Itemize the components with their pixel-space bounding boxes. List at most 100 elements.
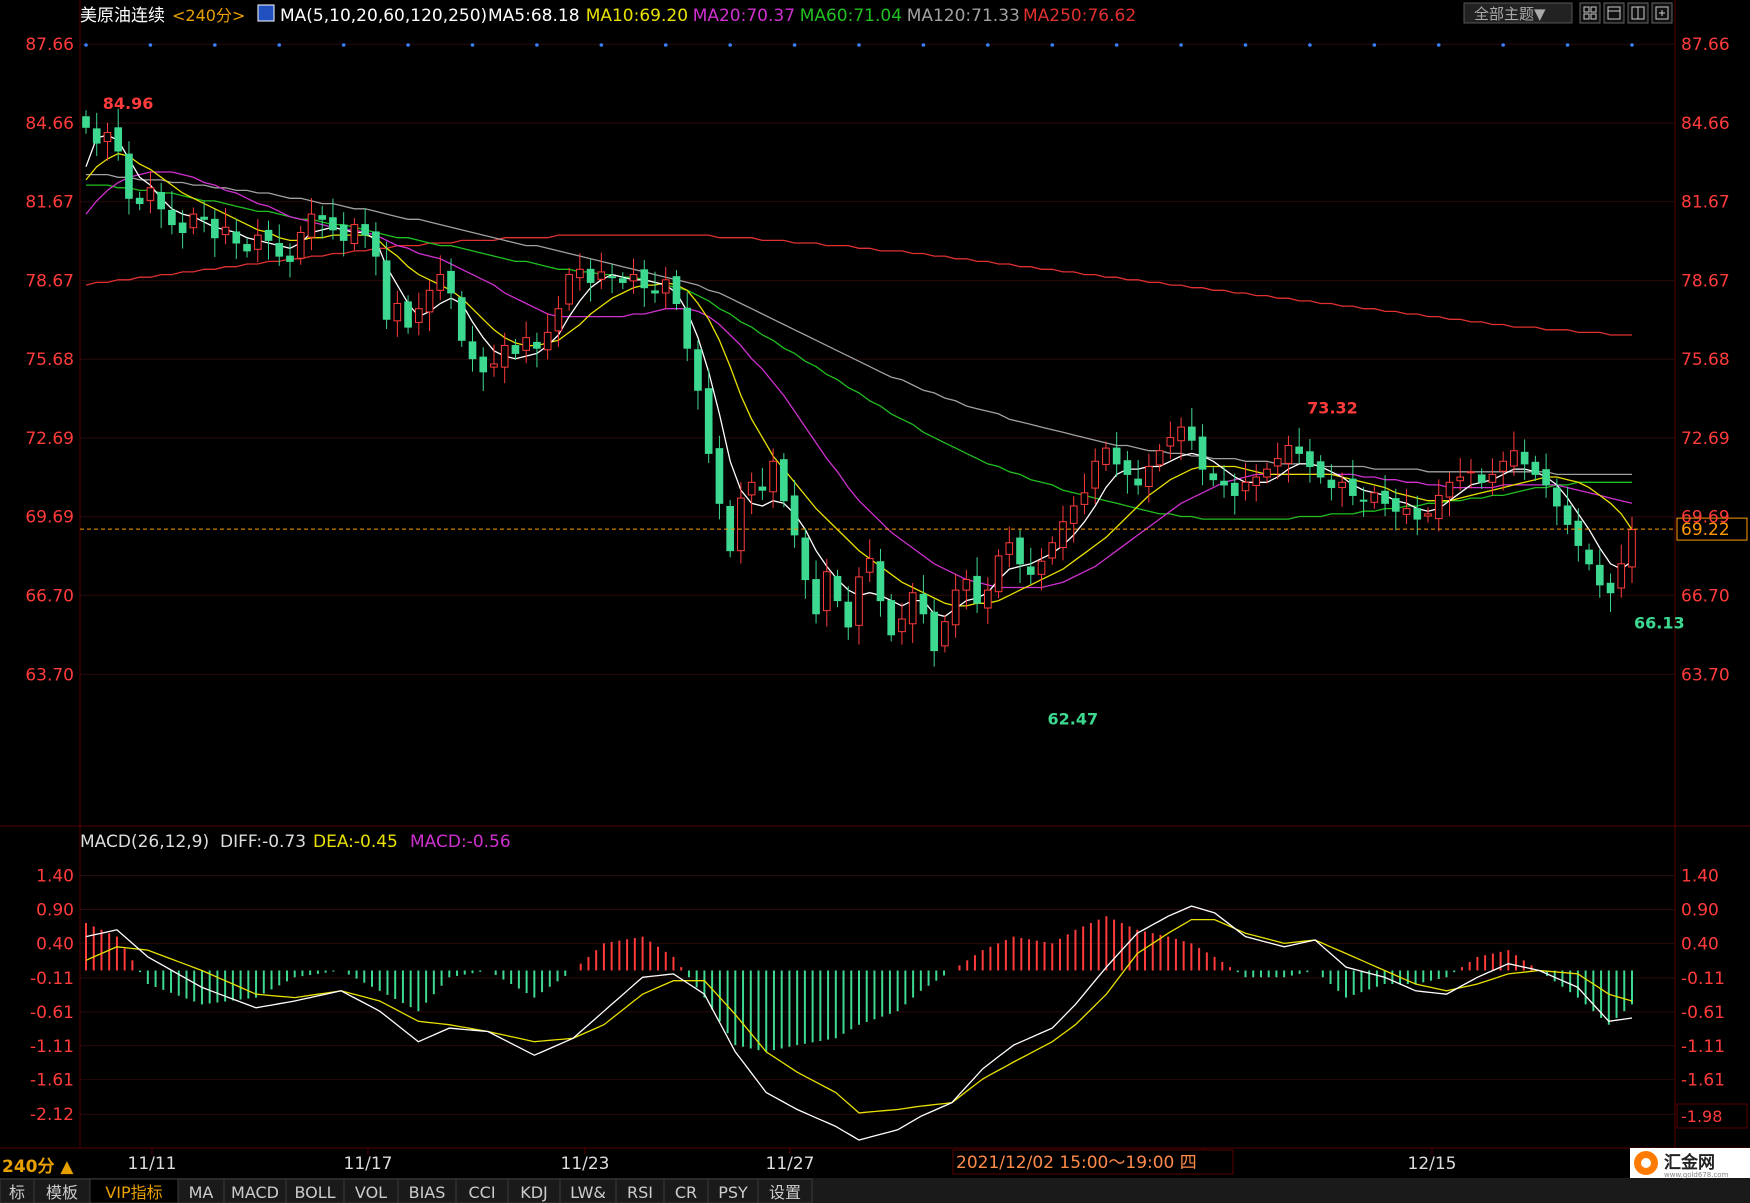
candle-down	[382, 260, 391, 320]
period-label[interactable]: <240分>	[172, 6, 245, 25]
candle-down	[1359, 499, 1368, 502]
signal-dot	[341, 43, 346, 47]
candle-down	[339, 224, 348, 241]
grid-layout-icon[interactable]	[1579, 2, 1601, 24]
watermark: 汇金网 www.gold678.com	[1630, 1148, 1750, 1179]
indicator-tabs: 标 模板 VIP指标 MA MACD BOLL VOL BIAS CCI KDJ LW& RSI CR P…	[0, 1178, 813, 1203]
candle-up	[597, 271, 606, 280]
signal-dot	[1243, 43, 1248, 47]
price-tick-label: 75.68	[1681, 350, 1730, 370]
tab-label: 标	[9, 1183, 25, 1202]
tab-label: CR	[675, 1183, 697, 1202]
macd-value: MACD:-0.56	[410, 832, 511, 852]
candle-down	[372, 231, 380, 257]
macd-tick-label: 0.40	[36, 934, 74, 954]
time-axis-label: 11/23	[561, 1154, 610, 1174]
candle-down	[833, 575, 842, 602]
price-tick-label: 72.69	[1681, 429, 1730, 449]
candle-down	[1220, 480, 1228, 486]
theme-toolbar[interactable]: 全部主题▼	[1463, 2, 1673, 24]
candle-up	[1467, 471, 1475, 474]
candle-up	[500, 345, 509, 368]
signal-dot	[1372, 43, 1377, 47]
indicator-icon[interactable]	[257, 4, 275, 22]
candle-down	[973, 575, 981, 604]
candle-down	[457, 297, 466, 341]
price-tick-label: 87.66	[1681, 35, 1730, 55]
candle-up	[565, 274, 573, 305]
candle-down	[1574, 520, 1583, 546]
price-tick-label: 84.66	[1681, 114, 1730, 134]
price-tick-label: 81.67	[1681, 193, 1730, 213]
candle-down	[157, 192, 165, 210]
signal-dot	[213, 43, 217, 47]
ma-params: MA(5,10,20,60,120,250)	[280, 6, 487, 26]
candle-down	[211, 218, 219, 239]
signal-dot	[277, 43, 282, 47]
signal-dot	[921, 43, 926, 47]
macd-params: MACD(26,12,9)	[80, 832, 209, 852]
signal-dot	[599, 43, 604, 47]
candle-down	[1134, 478, 1142, 486]
signal-dot	[406, 43, 410, 47]
candle-down	[1606, 582, 1615, 594]
signal-dot	[986, 43, 990, 47]
candle-down	[125, 153, 133, 199]
tab-label: KDJ	[520, 1183, 548, 1202]
candlestick-chart[interactable]: 69.22 87.6684.6681.6778.6775.6872.6969.6…	[0, 0, 1750, 1203]
candle-up	[1166, 437, 1175, 447]
candle-up	[1402, 508, 1411, 515]
candle-down	[919, 593, 928, 615]
macd-tick-label: -1.61	[1681, 1071, 1725, 1091]
candle-up	[543, 331, 552, 351]
macd-tick-label: -2.12	[30, 1105, 74, 1125]
signal-dot	[1308, 43, 1312, 47]
candle-up	[393, 302, 402, 322]
candle-up	[1145, 466, 1153, 488]
candle-up	[1456, 476, 1465, 482]
candle-up	[221, 226, 230, 236]
candle-up	[1284, 444, 1293, 464]
signal-dot	[84, 43, 88, 47]
candle-down	[1316, 461, 1325, 478]
price-tick-label: 69.69	[1681, 508, 1730, 528]
candle-down	[887, 600, 896, 636]
candle-down	[586, 268, 595, 283]
candle-down	[1563, 505, 1572, 525]
signal-dot	[1501, 43, 1505, 47]
signal-dot	[1114, 43, 1119, 47]
macd-tick-label: -0.11	[1681, 969, 1725, 989]
window-icon[interactable]	[1603, 2, 1625, 24]
macd-tick-label: 1.40	[1681, 867, 1719, 887]
candle-up	[189, 213, 198, 229]
ma-legend-value: MA120:71.33	[907, 6, 1020, 26]
candle-up	[855, 576, 863, 626]
candle-up	[1510, 450, 1518, 467]
annotation-low: 62.47	[1048, 710, 1099, 729]
candle-down	[930, 611, 938, 652]
candle-down	[1413, 508, 1422, 520]
candle-down	[704, 388, 713, 454]
candle-down	[447, 270, 455, 294]
ma-legend-value: MA60:71.04	[800, 6, 902, 26]
chart-background	[0, 0, 1750, 1203]
macd-tick-label: -0.61	[1681, 1003, 1725, 1023]
candle-down	[1477, 474, 1486, 483]
signal-dot	[857, 43, 861, 47]
tab-label: BOLL	[294, 1183, 335, 1202]
macd-tick-label: -1.11	[30, 1037, 74, 1057]
period-selector[interactable]: 240分 ▲	[2, 1157, 74, 1177]
candle-down	[715, 448, 724, 504]
macd-tick-label: -0.11	[30, 969, 74, 989]
candle-down	[329, 217, 337, 231]
candle-down	[694, 349, 702, 391]
candle-down	[1553, 487, 1561, 507]
candle-down	[92, 128, 101, 144]
cursor-time-label: 2021/12/02 15:00～19:00 四	[956, 1153, 1197, 1173]
price-tick-label: 84.66	[25, 114, 74, 134]
candle-down	[404, 301, 412, 328]
candle-up	[1177, 426, 1185, 442]
annotation-mid-high: 73.32	[1307, 398, 1358, 417]
candle-up	[984, 589, 992, 609]
candle-up	[436, 274, 445, 291]
